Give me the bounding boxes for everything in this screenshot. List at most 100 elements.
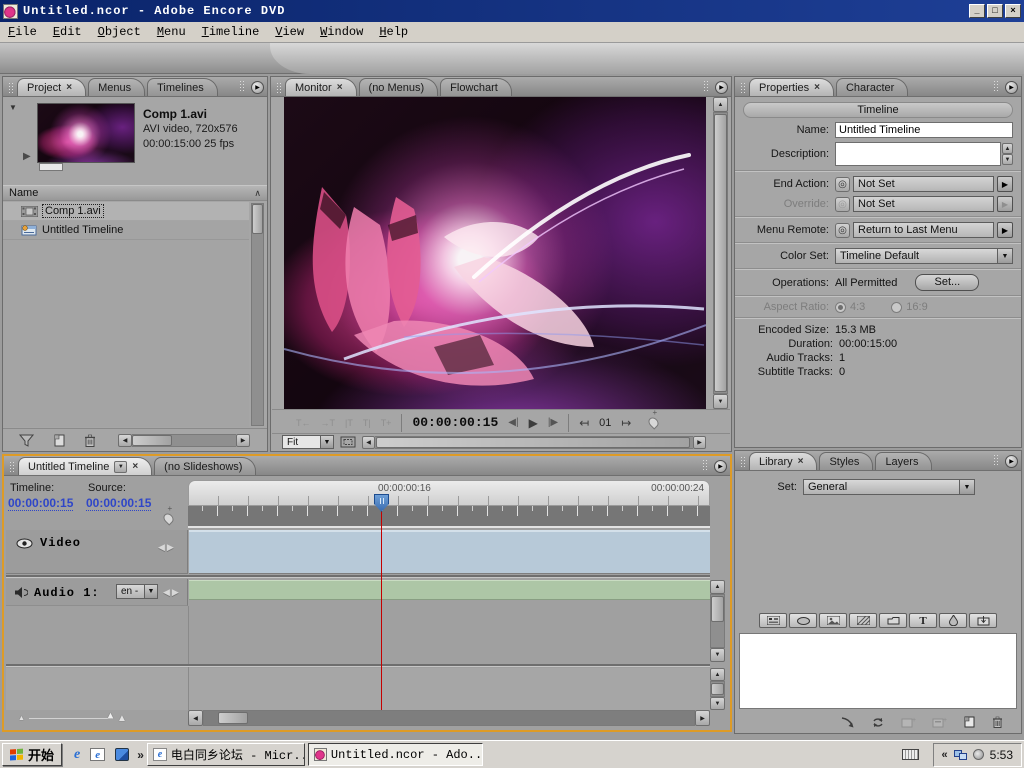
- scroll-left-icon[interactable]: ◀: [362, 436, 375, 449]
- panel-grip[interactable]: [740, 456, 746, 468]
- panel-menu-button[interactable]: ▶: [1005, 455, 1018, 468]
- name-input[interactable]: Untitled Timeline: [835, 122, 1013, 138]
- operations-set-button[interactable]: Set...: [915, 274, 979, 291]
- library-set-dropdown[interactable]: General ▼: [803, 479, 975, 495]
- show-replacement-layers-button[interactable]: [969, 613, 997, 628]
- video-clip-nav-buttons[interactable]: ◀▶: [158, 542, 176, 553]
- subtitle-track-area[interactable]: [6, 668, 710, 710]
- new-item-icon[interactable]: [963, 716, 976, 728]
- quicklaunch-browser-icon[interactable]: e: [90, 748, 105, 761]
- panel-grip[interactable]: [9, 461, 15, 473]
- trim-in-icon[interactable]: T←: [296, 418, 311, 428]
- audio-vscrollbar[interactable]: ▲ ▼: [710, 580, 725, 662]
- end-action-menu-button[interactable]: ▶: [997, 176, 1013, 192]
- trim-out-icon[interactable]: →T: [321, 418, 336, 428]
- library-item-list[interactable]: [739, 633, 1017, 709]
- filter-funnel-icon[interactable]: [19, 434, 34, 447]
- timeline-hscrollbar[interactable]: ◀ ▶: [188, 710, 710, 726]
- set-in-icon[interactable]: |T: [345, 418, 353, 428]
- zoom-out-icon[interactable]: ▲: [18, 715, 25, 722]
- panel-menu-button[interactable]: ▶: [1005, 81, 1018, 94]
- trash-icon[interactable]: [992, 716, 1003, 728]
- speaker-icon[interactable]: [14, 586, 28, 599]
- previous-chapter-button[interactable]: ↤: [579, 416, 589, 430]
- minimize-button[interactable]: _: [969, 4, 985, 18]
- timeline-ruler[interactable]: 00:00:00:16 00:00:00:24: [188, 480, 710, 506]
- description-spinner[interactable]: ▲ ▼: [1002, 143, 1013, 165]
- tab-monitor[interactable]: Monitor ×: [285, 78, 357, 96]
- input-method-keyboard-icon[interactable]: [902, 749, 919, 760]
- list-item-untitled-timeline[interactable]: Untitled Timeline: [3, 221, 249, 240]
- tab-close-icon[interactable]: ×: [337, 83, 343, 93]
- replace-icon[interactable]: [871, 717, 885, 728]
- spin-down-icon[interactable]: ▼: [1002, 154, 1013, 165]
- show-layer-sets-button[interactable]: [879, 613, 907, 628]
- network-tray-icon[interactable]: [954, 750, 967, 760]
- lower-vscrollbar[interactable]: ▲ ▼: [710, 668, 725, 710]
- add-chapter-button[interactable]: [647, 415, 661, 429]
- tab-close-icon[interactable]: ×: [66, 83, 72, 93]
- preview-play-button[interactable]: ▶: [23, 151, 31, 162]
- menu-timeline[interactable]: Timeline: [194, 25, 268, 39]
- play-button[interactable]: ▶: [529, 416, 538, 430]
- color-set-dropdown[interactable]: Timeline Default ▼: [835, 248, 1013, 264]
- menu-help[interactable]: Help: [371, 25, 416, 39]
- menu-object[interactable]: Object: [90, 25, 149, 39]
- zoom-in-icon[interactable]: ▲: [117, 713, 127, 724]
- project-list-header[interactable]: Name ∧: [3, 185, 267, 201]
- monitor-hscrollbar[interactable]: ◀ ▶: [362, 436, 706, 449]
- panel-grip[interactable]: [276, 82, 282, 94]
- menu-menu[interactable]: Menu: [149, 25, 194, 39]
- tab-properties[interactable]: Properties ×: [749, 78, 834, 96]
- tab-layers[interactable]: Layers: [875, 452, 932, 470]
- scroll-left-icon[interactable]: ◀: [188, 710, 203, 726]
- new-item-icon[interactable]: [52, 434, 66, 447]
- preview-collapse-icon[interactable]: ▼: [9, 103, 17, 112]
- menu-window[interactable]: Window: [312, 25, 371, 39]
- scroll-up-icon[interactable]: ▲: [710, 580, 725, 594]
- tab-project[interactable]: Project ×: [17, 78, 86, 96]
- taskbar-button-browser[interactable]: e 电白同乡论坛 - Micr...: [147, 743, 305, 766]
- close-button[interactable]: ×: [1005, 4, 1021, 18]
- tab-styles[interactable]: Styles: [819, 452, 873, 470]
- fit-frame-icon[interactable]: [340, 436, 356, 448]
- zoom-slider-track[interactable]: ▲: [29, 718, 113, 719]
- show-shapes-button[interactable]: [939, 613, 967, 628]
- monitor-zoom-dropdown[interactable]: Fit ▼: [282, 435, 334, 449]
- menu-remote-menu-button[interactable]: ▶: [997, 222, 1013, 238]
- menu-edit[interactable]: Edit: [45, 25, 90, 39]
- tab-library[interactable]: Library ×: [749, 452, 817, 470]
- show-buttons-button[interactable]: [789, 613, 817, 628]
- timeline-tab-dropdown-icon[interactable]: ▼: [114, 461, 127, 473]
- list-item-comp1[interactable]: Comp 1.avi: [3, 202, 249, 221]
- set-out-icon[interactable]: T|: [363, 418, 371, 428]
- quicklaunch-desktop-icon[interactable]: [115, 748, 129, 761]
- project-list-scrollbar[interactable]: [251, 203, 264, 426]
- track-divider[interactable]: [6, 575, 710, 578]
- trash-icon[interactable]: [84, 434, 96, 447]
- volume-tray-icon[interactable]: [973, 749, 984, 760]
- scroll-down-icon[interactable]: ▼: [710, 648, 725, 662]
- project-scrollbar-thumb[interactable]: [252, 204, 263, 234]
- add-poster-icon[interactable]: T+: [381, 418, 392, 428]
- spin-up-icon[interactable]: ▲: [1002, 143, 1013, 154]
- collapse-column-icon[interactable]: ∧: [254, 188, 261, 199]
- add-chapter-button[interactable]: [161, 511, 175, 525]
- pickwhip-icon[interactable]: ◎: [835, 177, 850, 192]
- scroll-right-icon[interactable]: ▶: [695, 710, 710, 726]
- menu-file[interactable]: File: [0, 25, 45, 39]
- project-hscrollbar[interactable]: ◀ ▶: [118, 434, 250, 447]
- scroll-down-icon[interactable]: ▼: [713, 394, 728, 409]
- tab-no-menus[interactable]: (no Menus): [359, 78, 439, 96]
- previous-frame-button[interactable]: ◀|: [508, 417, 518, 428]
- eye-icon[interactable]: [16, 538, 33, 549]
- start-button[interactable]: 开始: [2, 743, 62, 766]
- tab-close-icon[interactable]: ×: [798, 457, 804, 467]
- end-action-value[interactable]: Not Set: [853, 176, 994, 192]
- panel-menu-button[interactable]: ▶: [715, 81, 728, 94]
- next-chapter-button[interactable]: ↦: [621, 416, 631, 430]
- tab-close-icon[interactable]: ×: [132, 462, 138, 472]
- panel-menu-button[interactable]: ▶: [714, 460, 727, 473]
- scroll-up-icon[interactable]: ▲: [713, 97, 728, 112]
- tab-no-slideshows[interactable]: (no Slideshows): [154, 457, 256, 475]
